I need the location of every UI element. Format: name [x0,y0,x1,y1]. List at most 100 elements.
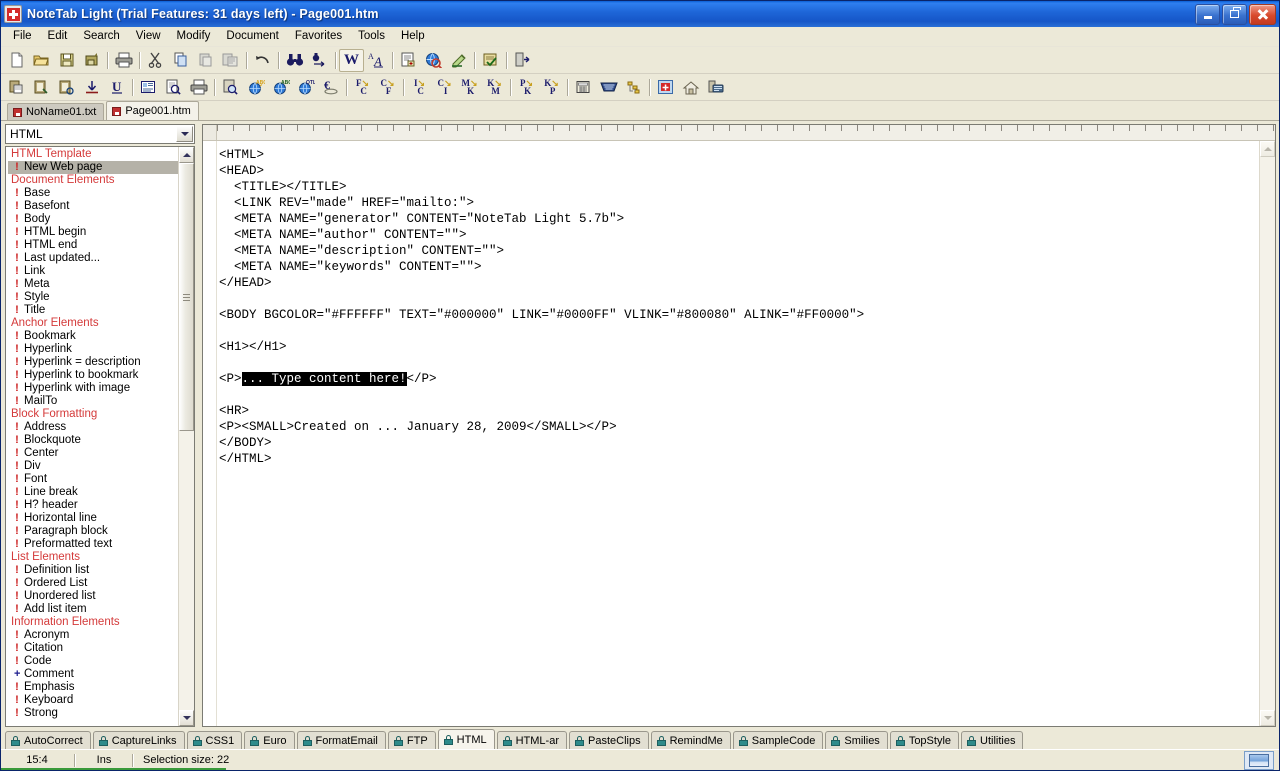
menu-help[interactable]: Help [393,28,433,45]
spellcheck-icon[interactable] [478,49,503,72]
keyboard-icon[interactable] [596,76,621,99]
code-text-area[interactable]: <HTML> <HEAD> <TITLE></TITLE> <LINK REV=… [217,141,1259,726]
clip-list-item[interactable]: ! Title [8,304,178,317]
clip-list-item[interactable]: ! Address [8,421,178,434]
clip-list-item[interactable]: ! Last updated... [8,252,178,265]
document-tab-page001[interactable]: Page001.htm [106,101,199,120]
clipbook-tab-samplecode[interactable]: SampleCode [732,731,824,749]
scroll-track[interactable] [179,163,194,710]
insert-mode-indicator[interactable]: Ins [77,753,131,768]
cut-scissors-icon[interactable] [143,49,168,72]
clip-list-item[interactable]: ! Hyperlink with image [8,382,178,395]
globe-abc2-icon[interactable]: ABC [268,76,293,99]
menu-modify[interactable]: Modify [169,28,219,45]
convert-m-to-k-icon[interactable]: M↘ K [457,76,482,99]
editor-scrollbar[interactable] [1259,141,1275,726]
undo-icon[interactable] [250,49,275,72]
convert-k-to-m-icon[interactable]: K↘ M [482,76,507,99]
print-2-icon[interactable] [186,76,211,99]
home-icon[interactable] [678,76,703,99]
clip-list-item[interactable]: ! Basefont [8,200,178,213]
euro-converter-icon[interactable]: € [318,76,343,99]
chevron-down-icon[interactable] [176,126,193,142]
clip-list-item[interactable]: ! Strong [8,707,178,720]
clip-list-item[interactable]: ! Citation [8,642,178,655]
replace-icon[interactable] [307,49,332,72]
clip-list-item[interactable]: ! MailTo [8,395,178,408]
convert-f-to-c-icon[interactable]: F↘ C [350,76,375,99]
clip-list-item[interactable]: ! Meta [8,278,178,291]
menu-edit[interactable]: Edit [40,28,76,45]
clip-list-item[interactable]: ! Ordered List [8,577,178,590]
clip-list-item[interactable]: ! New Web page [8,161,178,174]
notetab-home-icon[interactable] [653,76,678,99]
editor-scroll-track[interactable] [1260,157,1275,710]
document-view-icon[interactable] [136,76,161,99]
clipbook-tab-smilies[interactable]: Smilies [825,731,888,749]
underline-icon[interactable]: U [104,76,129,99]
web-preview-icon[interactable] [421,49,446,72]
clip-list-item[interactable]: ! Hyperlink [8,343,178,356]
document-properties-icon[interactable] [396,49,421,72]
clip-list-item[interactable]: ! Font [8,473,178,486]
exit-icon[interactable] [510,49,535,72]
calculator-icon[interactable] [571,76,596,99]
clip-list-item[interactable]: ! Keyboard [8,694,178,707]
clipbook-tab-html[interactable]: HTML [437,729,495,749]
clipbook-tab-remindme[interactable]: RemindMe [650,731,731,749]
clip-list-item[interactable]: ! Line break [8,486,178,499]
clip-list-item[interactable]: ! HTML end [8,239,178,252]
menu-tools[interactable]: Tools [350,28,393,45]
clipbook-scrollbar[interactable] [178,147,194,726]
save-icon[interactable] [54,49,79,72]
restore-button[interactable] [1222,3,1247,25]
clipbook-tab-topstyle[interactable]: TopStyle [889,731,960,749]
globe-otl-icon[interactable]: OTL [293,76,318,99]
clipboard-copy-icon[interactable] [29,76,54,99]
word-wrap-icon[interactable]: W [339,48,364,72]
clipbook-tab-capturelinks[interactable]: CaptureLinks [92,731,185,749]
clip-list-item[interactable]: ! Hyperlink to bookmark [8,369,178,382]
clip-list-item[interactable]: ! HTML begin [8,226,178,239]
clip-list-item[interactable]: ! Code [8,655,178,668]
clip-list-item[interactable]: ! Definition list [8,564,178,577]
clip-list-item[interactable]: ! H? header [8,499,178,512]
paste-icon[interactable] [193,49,218,72]
convert-p-to-k-icon[interactable]: P↘ K [514,76,539,99]
clipboard-paste-icon[interactable] [54,76,79,99]
clipbook-tab-ftp[interactable]: FTP [387,731,436,749]
change-case-icon[interactable]: AA [364,49,389,72]
save-all-icon[interactable] [79,49,104,72]
menu-view[interactable]: View [128,28,169,45]
open-folder-icon[interactable] [29,49,54,72]
print-icon[interactable] [111,49,136,72]
outline-icon[interactable] [621,76,646,99]
find-binoculars-icon[interactable] [282,49,307,72]
clip-list-item[interactable]: ! Base [8,187,178,200]
editor-scroll-down-button[interactable] [1260,710,1275,726]
menu-search[interactable]: Search [75,28,127,45]
menu-favorites[interactable]: Favorites [287,28,350,45]
clip-list-item[interactable]: ! Bookmark [8,330,178,343]
close-button[interactable] [1249,3,1276,25]
menu-document[interactable]: Document [218,28,286,45]
document-tab-noname01[interactable]: NoName01.txt [7,103,105,120]
new-document-icon[interactable] [4,49,29,72]
clipbook-tab-euro[interactable]: Euro [244,731,295,749]
clipbook-tab-utilities[interactable]: Utilities [961,731,1024,749]
search-document-icon[interactable] [218,76,243,99]
scroll-thumb[interactable] [179,163,194,432]
convert-i-to-c-icon[interactable]: I↘ C [407,76,432,99]
clip-list-item[interactable]: ! Body [8,213,178,226]
insert-line-icon[interactable] [79,76,104,99]
clip-list-item[interactable]: ! Preformatted text [8,538,178,551]
clip-list-item[interactable]: ! Horizontal line [8,512,178,525]
clip-list-item[interactable]: ! Link [8,265,178,278]
paste-special-icon[interactable] [218,49,243,72]
print-preview-icon[interactable] [161,76,186,99]
convert-c-to-f-icon[interactable]: C↘ F [375,76,400,99]
convert-k-to-p-icon[interactable]: K↘ P [539,76,564,99]
clipbook-tab-html-ar[interactable]: HTML-ar [496,731,567,749]
globe-abc-icon[interactable]: ABC [243,76,268,99]
clip-list-item[interactable]: ! Acronym [8,629,178,642]
